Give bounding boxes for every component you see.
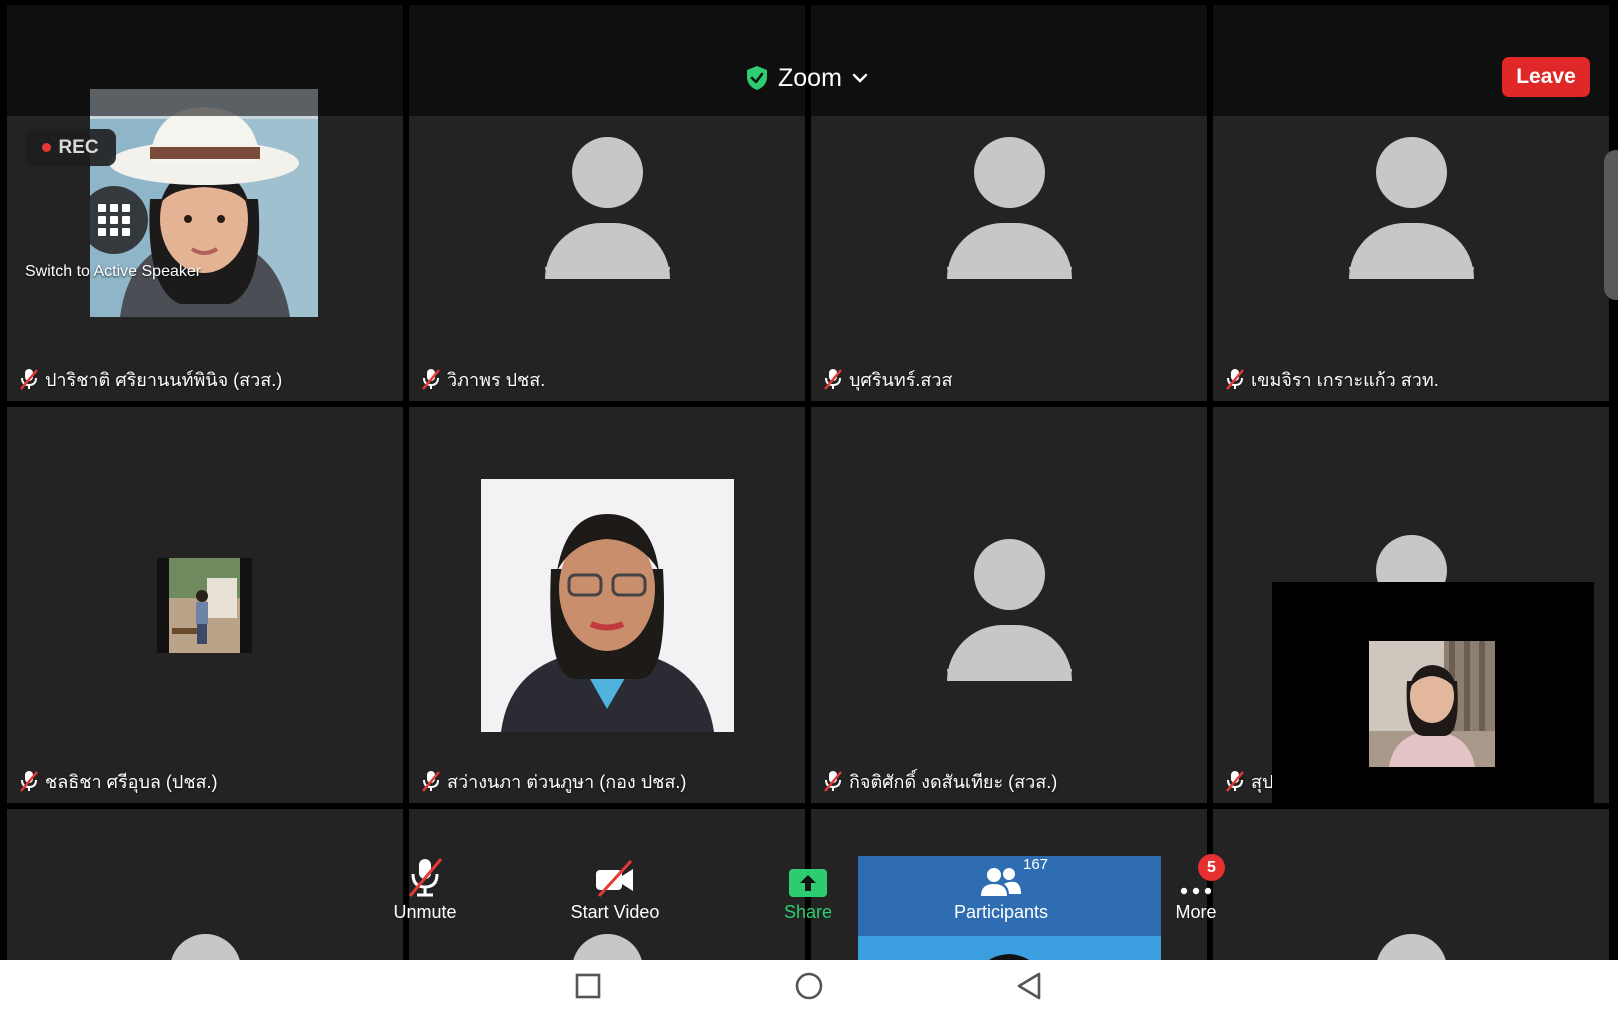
circle-home-icon[interactable] xyxy=(792,969,826,1003)
side-drawer-handle[interactable] xyxy=(1604,150,1618,300)
mic-off-icon xyxy=(1226,771,1244,792)
participant-photo xyxy=(481,479,734,732)
participant-name-bar: สุป xyxy=(1225,769,1273,793)
avatar-placeholder-icon xyxy=(974,539,1045,610)
avatar-placeholder-body xyxy=(947,625,1072,681)
recording-dot-icon xyxy=(42,143,52,152)
mic-off-icon xyxy=(824,771,842,792)
participant-name: บุศรินทร์.สวส xyxy=(849,369,953,390)
more-label: More xyxy=(1175,902,1217,922)
start-video-button[interactable]: Start Video xyxy=(565,848,665,958)
square-recents-icon[interactable] xyxy=(571,969,605,1003)
participant-name-bar: บุศรินทร์.สวส xyxy=(823,367,952,391)
meeting-title: Zoom xyxy=(778,63,842,92)
shield-check-icon xyxy=(747,66,767,90)
meeting-title-dropdown[interactable]: Zoom xyxy=(746,58,868,98)
participants-count: 167 xyxy=(1023,856,1049,873)
system-nav-bar xyxy=(0,960,1618,1011)
mic-off-icon xyxy=(422,771,440,792)
participant-tile[interactable]: กิจติศักดิ์ งดสันเทียะ (สวส.) xyxy=(811,407,1207,803)
participant-name: เขมจิรา เกราะแก้ว สวท. xyxy=(1251,369,1439,390)
chevron-down-icon xyxy=(852,73,868,83)
participant-name-bar: วิภาพร ปชส. xyxy=(421,367,545,391)
participant-name: สว่างนภา ต่วนภูษา (กอง ปชส.) xyxy=(447,771,687,792)
avatar-placeholder-icon xyxy=(1376,137,1447,208)
participant-name-bar: สว่างนภา ต่วนภูษา (กอง ปชส.) xyxy=(421,769,686,793)
start-video-label: Start Video xyxy=(570,902,660,922)
meeting-toolbar: Unmute Start Video Share Participants Mo… xyxy=(0,848,1618,960)
mic-off-icon xyxy=(20,369,38,390)
switch-view-label[interactable]: Switch to Active Speaker xyxy=(25,263,201,281)
participant-name: สุป xyxy=(1251,771,1274,792)
participant-name: วิภาพร ปชส. xyxy=(447,369,546,390)
participant-name-bar: ปาริชาติ ศริยานนท์พินิจ (สวส.) xyxy=(19,367,282,391)
avatar-placeholder-body xyxy=(1349,223,1474,279)
participant-tile[interactable]: ชลธิชา ศรีอุบล (ปชส.) xyxy=(7,407,403,803)
avatar-placeholder-icon xyxy=(572,137,643,208)
video-off-icon xyxy=(596,859,633,898)
participants-icon xyxy=(981,868,1021,896)
participant-name-bar: กิจติศักดิ์ งดสันเทียะ (สวส.) xyxy=(823,769,1057,793)
recording-badge: REC xyxy=(25,129,116,166)
leave-button[interactable]: Leave xyxy=(1502,57,1590,97)
recording-label: REC xyxy=(58,136,99,158)
share-arrow-icon xyxy=(789,869,827,897)
participant-name: กิจติศักดิ์ งดสันเทียะ (สวส.) xyxy=(849,771,1058,792)
self-view-video[interactable] xyxy=(1369,641,1495,767)
mic-off-icon xyxy=(422,369,440,390)
avatar-placeholder-body xyxy=(545,223,670,279)
participant-name: ปาริชาติ ศริยานนท์พินิจ (สวส.) xyxy=(45,369,283,390)
mic-off-icon xyxy=(1226,369,1244,390)
share-button[interactable]: Share xyxy=(773,848,843,958)
zoom-meeting-screen: ปาริชาติ ศริยานนท์พินิจ (สวส.) วิภาพร ปช… xyxy=(0,0,1618,1011)
participants-label: Participants xyxy=(953,902,1049,922)
unmute-label: Unmute xyxy=(393,902,457,922)
avatar-placeholder-icon xyxy=(974,137,1045,208)
mic-off-icon xyxy=(408,858,443,897)
more-dots-icon xyxy=(1180,887,1212,895)
grid-icon xyxy=(98,204,130,236)
participant-name-bar: เขมจิรา เกราะแก้ว สวท. xyxy=(1225,367,1439,391)
participant-tile[interactable]: สว่างนภา ต่วนภูษา (กอง ปชส.) xyxy=(409,407,805,803)
triangle-back-icon[interactable] xyxy=(1013,969,1047,1003)
participant-photo xyxy=(157,558,252,653)
mic-off-icon xyxy=(824,369,842,390)
avatar-placeholder-body xyxy=(947,223,1072,279)
switch-view-button[interactable] xyxy=(80,186,148,254)
share-label: Share xyxy=(783,902,833,922)
participant-name-bar: ชลธิชา ศรีอุบล (ปชส.) xyxy=(19,769,218,793)
notification-badge: 5 xyxy=(1198,854,1225,881)
participant-name: ชลธิชา ศรีอุบล (ปชส.) xyxy=(45,771,218,792)
unmute-button[interactable]: Unmute xyxy=(385,848,465,958)
mic-off-icon xyxy=(20,771,38,792)
